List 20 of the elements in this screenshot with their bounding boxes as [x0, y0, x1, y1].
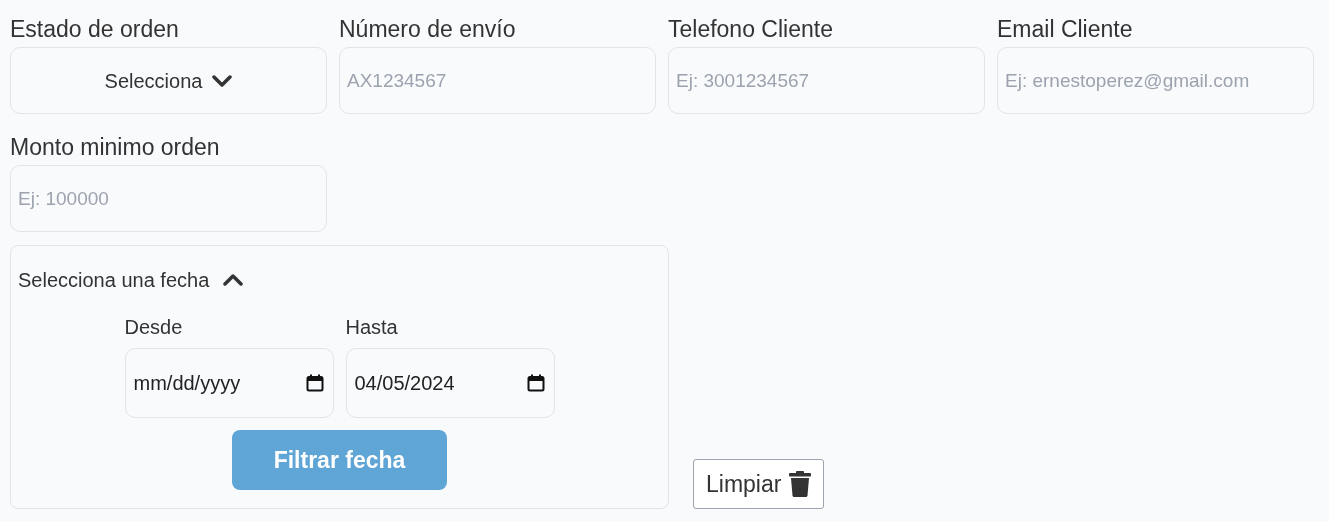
- field-label: Hasta: [345, 315, 399, 339]
- calendar-icon: [526, 374, 545, 392]
- chevron-down-icon: [212, 73, 233, 88]
- input-field[interactable]: Ej: 3001234567: [668, 47, 985, 114]
- field-label: Monto minimo orden: [10, 133, 221, 162]
- field-label: Telefono Cliente: [668, 15, 834, 44]
- field-label: Estado de orden: [10, 15, 180, 44]
- calendar-icon: [305, 374, 324, 392]
- field-label: Email Cliente: [997, 15, 1134, 44]
- date-field[interactable]: 04/05/2024: [345, 348, 555, 418]
- input-field[interactable]: Ej: ernestoperez@gmail.com: [997, 47, 1314, 114]
- field-label: Desde: [124, 315, 184, 339]
- date-toggle[interactable]: Selecciona una fecha: [18, 268, 244, 292]
- field-label: Número de envío: [339, 15, 517, 44]
- status-dropdown[interactable]: Selecciona: [10, 47, 327, 114]
- date-field[interactable]: mm/dd/yyyy: [124, 348, 334, 418]
- input-field[interactable]: AX1234567: [339, 47, 656, 114]
- input-field[interactable]: Ej: 100000: [10, 165, 327, 232]
- clear-button[interactable]: Limpiar: [693, 459, 825, 509]
- trash-icon: [789, 471, 812, 497]
